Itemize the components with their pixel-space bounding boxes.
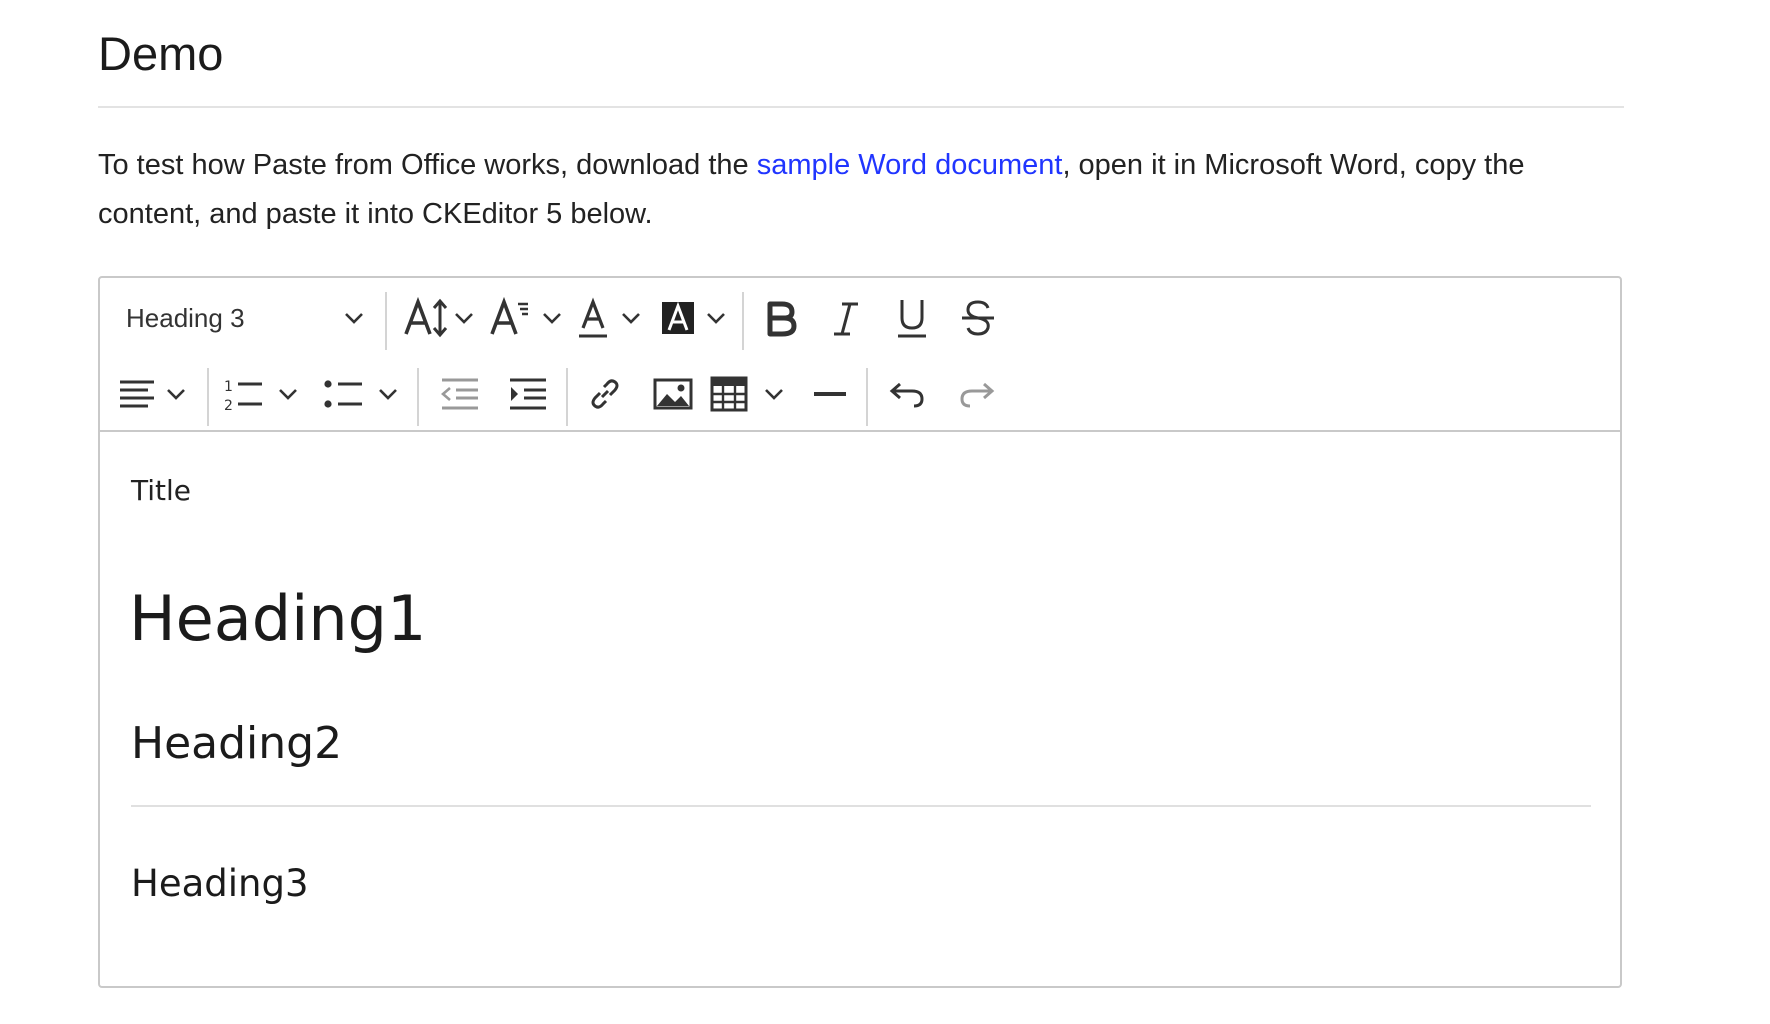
strikethrough-button[interactable] [948,288,1008,348]
align-left-icon [120,380,185,408]
font-size-icon [404,296,473,338]
italic-icon [834,302,858,336]
link-icon [591,379,619,409]
image-icon [653,378,693,410]
underline-icon [898,300,926,338]
indent-button[interactable] [498,364,558,424]
bulleted-list-dropdown[interactable] [322,364,406,424]
toolbar-separator [866,368,868,426]
content-heading-3[interactable]: Heading3 [131,862,309,905]
font-color-icon [579,297,640,338]
undo-icon [889,382,924,408]
content-heading-1[interactable]: Heading1 [129,582,426,655]
content-heading-2[interactable]: Heading2 [131,718,342,769]
image-button[interactable] [643,364,703,424]
sample-word-document-link[interactable]: sample Word document [757,149,1063,181]
redo-icon [960,382,995,408]
ckeditor: Heading 3 1 2 Title Heading1 Heading2 He… [98,276,1622,988]
redo-button[interactable] [946,364,1006,424]
editor-toolbar: Heading 3 1 2 [100,278,1620,432]
underline-button[interactable] [882,288,942,348]
toolbar-separator [417,368,419,426]
link-button[interactable] [575,364,635,424]
page: Demo To test how Paste from Office works… [98,0,1624,988]
toolbar-separator [385,292,387,350]
outdent-button[interactable] [430,364,490,424]
numbered-list-icon: 1 2 [224,379,297,414]
content-heading-2-underline [131,805,1591,807]
content-title-paragraph[interactable]: Title [131,474,191,507]
undo-button[interactable] [878,364,938,424]
horizontal-line-icon [814,392,846,396]
toolbar-row-2: 1 2 [100,356,1620,432]
chevron-down-icon [344,311,364,325]
indent-icon [510,378,546,410]
horizontal-line-button[interactable] [800,364,860,424]
toolbar-separator [742,292,744,350]
bulleted-list-icon [324,380,397,408]
intro-paragraph: To test how Paste from Office works, dow… [98,108,1624,239]
font-background-color-icon [662,301,725,334]
font-color-dropdown[interactable] [575,288,653,348]
table-icon [710,376,783,412]
heading-dropdown-label: Heading 3 [126,302,245,333]
font-size-dropdown[interactable] [400,288,478,348]
italic-button[interactable] [816,288,876,348]
strikethrough-icon [962,300,994,336]
toolbar-row-1: Heading 3 [100,280,1620,356]
numbered-list-dropdown[interactable]: 1 2 [222,364,306,424]
insert-table-dropdown[interactable] [710,364,794,424]
toolbar-separator [207,368,209,426]
font-family-dropdown[interactable] [488,288,566,348]
heading-dropdown[interactable]: Heading 3 [118,288,372,348]
font-family-icon [490,296,561,335]
outdent-icon [441,378,478,410]
bold-icon [767,301,797,337]
svg-text:2: 2 [224,398,233,414]
toolbar-separator [566,368,568,426]
intro-text-before: To test how Paste from Office works, dow… [98,149,757,181]
svg-text:1: 1 [224,379,233,395]
page-title: Demo [98,0,1624,108]
bold-button[interactable] [750,288,810,348]
font-background-color-dropdown[interactable] [660,288,740,348]
alignment-dropdown[interactable] [118,364,194,424]
